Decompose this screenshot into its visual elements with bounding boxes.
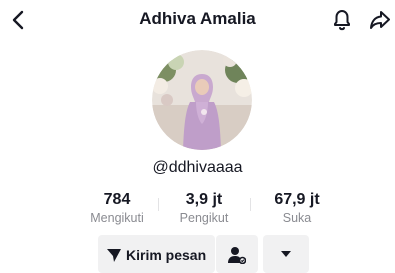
top-bar: Adhiva Amalia — [0, 0, 395, 40]
followers-label: Pengikut — [179, 211, 229, 225]
likes-count: 67,9 jt — [274, 191, 320, 208]
stat-likes[interactable]: 67,9 jt Suka — [257, 191, 337, 226]
more-options-button[interactable] — [263, 235, 309, 273]
add-friend-button[interactable] — [216, 235, 258, 273]
username: @ddhivaaaa — [152, 159, 243, 176]
add-friend-icon — [228, 247, 246, 264]
profile-photo — [152, 50, 252, 150]
following-label: Mengikuti — [90, 211, 144, 225]
avatar[interactable] — [152, 50, 252, 150]
bell-icon[interactable] — [330, 7, 354, 33]
followers-count: 3,9 jt — [185, 191, 223, 208]
stat-following[interactable]: 784 Mengikuti — [77, 191, 157, 226]
divider — [158, 198, 159, 211]
send-icon — [107, 249, 121, 262]
send-message-button[interactable]: Kirim pesan — [98, 235, 215, 273]
likes-label: Suka — [282, 211, 312, 225]
caret-down-icon — [281, 251, 291, 257]
following-count: 784 — [103, 191, 131, 208]
share-icon[interactable] — [368, 8, 392, 32]
divider — [250, 198, 251, 211]
stat-followers[interactable]: 3,9 jt Pengikut — [164, 191, 244, 226]
send-message-label: Kirim pesan — [126, 247, 207, 263]
